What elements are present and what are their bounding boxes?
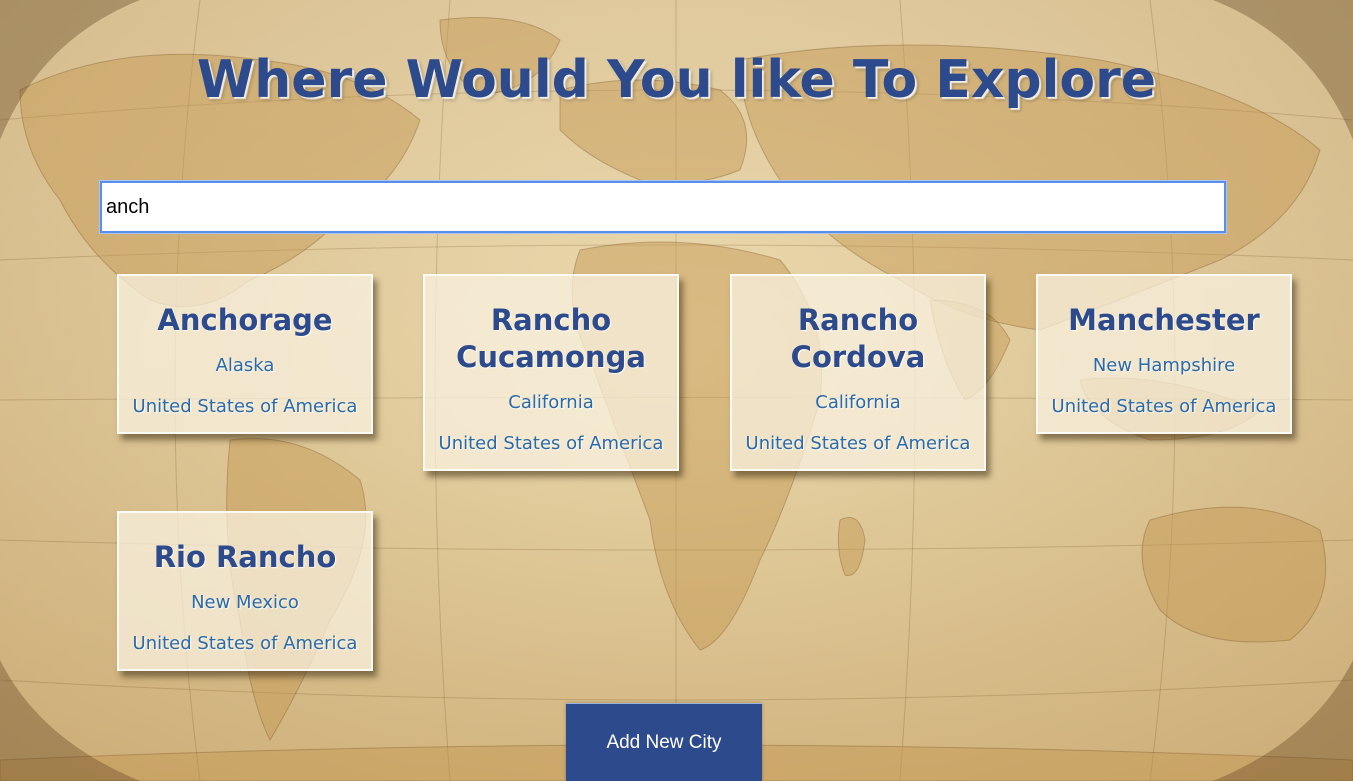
city-state: New Mexico <box>191 592 299 613</box>
city-state: New Hampshire <box>1092 355 1236 376</box>
add-new-city-button[interactable]: Add New City <box>566 703 762 781</box>
city-name: Anchorage <box>157 303 333 337</box>
city-name: Manchester <box>1068 303 1260 337</box>
city-name: Rancho Cucamonga <box>456 303 646 374</box>
city-country: United States of America <box>1051 396 1277 417</box>
city-card-rancho-cordova[interactable]: Rancho Cordova California United States … <box>730 274 986 471</box>
city-card-anchorage[interactable]: Anchorage Alaska United States of Americ… <box>117 274 373 434</box>
city-state: California <box>508 392 594 413</box>
city-country: United States of America <box>438 433 664 454</box>
page-title: Where Would You like To Explore <box>196 50 1157 110</box>
city-name: Rancho Cordova <box>790 303 926 374</box>
city-country: United States of America <box>132 633 358 654</box>
city-card-rancho-cucamonga[interactable]: Rancho Cucamonga California United State… <box>423 274 679 471</box>
city-name: Rio Rancho <box>153 540 337 574</box>
city-state: California <box>815 392 901 413</box>
city-card-manchester[interactable]: Manchester New Hampshire United States o… <box>1036 274 1292 434</box>
city-search-input[interactable] <box>100 181 1226 233</box>
city-country: United States of America <box>132 396 358 417</box>
city-state: Alaska <box>215 355 275 376</box>
city-country: United States of America <box>745 433 971 454</box>
city-card-rio-rancho[interactable]: Rio Rancho New Mexico United States of A… <box>117 511 373 671</box>
